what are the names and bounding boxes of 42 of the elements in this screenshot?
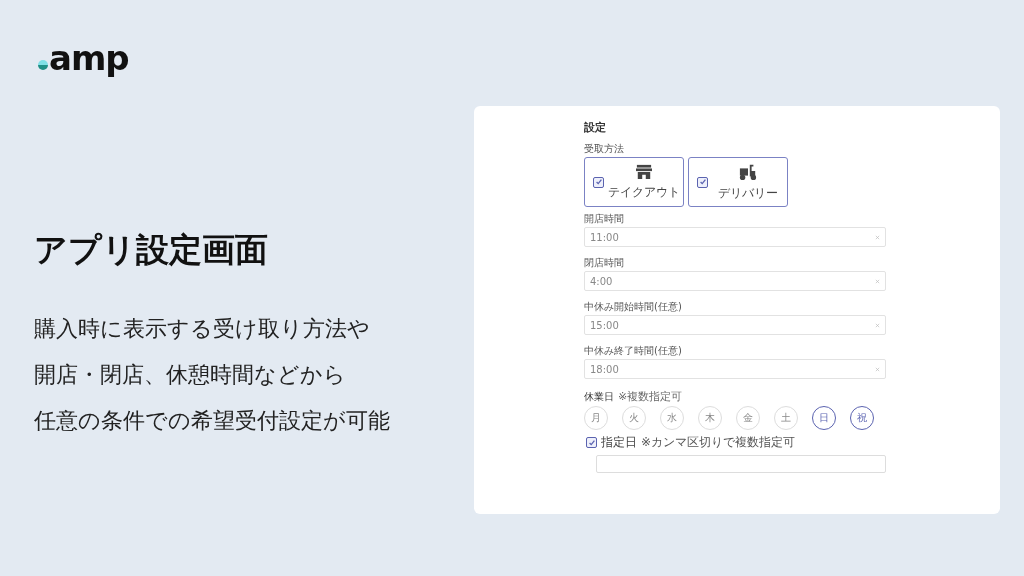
headline: アプリ設定画面 bbox=[34, 229, 269, 271]
logo-dot-icon bbox=[38, 60, 48, 70]
clear-icon[interactable] bbox=[875, 322, 880, 328]
clear-icon[interactable] bbox=[875, 234, 880, 240]
description-line: 開店・閉店、休憩時間などから bbox=[34, 361, 347, 389]
description-line: 購入時に表示する受け取り方法や bbox=[34, 315, 371, 343]
day-toggle[interactable]: 祝 bbox=[850, 406, 874, 430]
option-label: テイクアウト bbox=[607, 183, 680, 201]
day-toggle[interactable]: 日 bbox=[812, 406, 836, 430]
time-select[interactable]: 15:00 bbox=[584, 315, 886, 335]
settings-title: 設定 bbox=[584, 120, 607, 135]
time-select[interactable]: 11:00 bbox=[584, 227, 886, 247]
field-label: 休業日 bbox=[584, 391, 614, 403]
field-note: ※複数指定可 bbox=[618, 389, 683, 404]
pickup-option-card[interactable]: デリバリー bbox=[688, 157, 788, 207]
day-toggle[interactable]: 月 bbox=[584, 406, 608, 430]
field-label: 開店時間 bbox=[584, 213, 625, 225]
date-input-field[interactable] bbox=[596, 455, 886, 473]
day-toggle[interactable]: 土 bbox=[774, 406, 798, 430]
field-note: ※カンマ区切りで複数指定可 bbox=[641, 434, 796, 451]
option-label: デリバリー bbox=[717, 184, 778, 202]
clear-icon[interactable] bbox=[875, 278, 880, 284]
field-label: 閉店時間 bbox=[584, 257, 625, 269]
day-toggle[interactable]: 火 bbox=[622, 406, 646, 430]
field-label: 受取方法 bbox=[584, 143, 625, 155]
field-label: 中休み終了時間(任意) bbox=[584, 345, 683, 357]
description-line: 任意の条件での希望受付設定が可能 bbox=[34, 407, 391, 435]
checkbox[interactable] bbox=[586, 437, 597, 448]
day-toggle[interactable]: 木 bbox=[698, 406, 722, 430]
day-toggle[interactable]: 水 bbox=[660, 406, 684, 430]
time-select[interactable]: 18:00 bbox=[584, 359, 886, 379]
field-label: 中休み開始時間(任意) bbox=[584, 301, 683, 313]
store-icon bbox=[634, 163, 653, 180]
time-select[interactable]: 4:00 bbox=[584, 271, 886, 291]
pickup-option-card[interactable]: テイクアウト bbox=[584, 157, 684, 207]
checkbox[interactable] bbox=[593, 176, 604, 188]
clear-icon[interactable] bbox=[875, 366, 880, 372]
logo-text: amp bbox=[49, 38, 129, 78]
day-toggle[interactable]: 金 bbox=[736, 406, 760, 430]
checkbox-label: 指定日 bbox=[601, 434, 637, 451]
checkbox[interactable] bbox=[697, 176, 708, 188]
scooter-icon bbox=[737, 162, 758, 181]
